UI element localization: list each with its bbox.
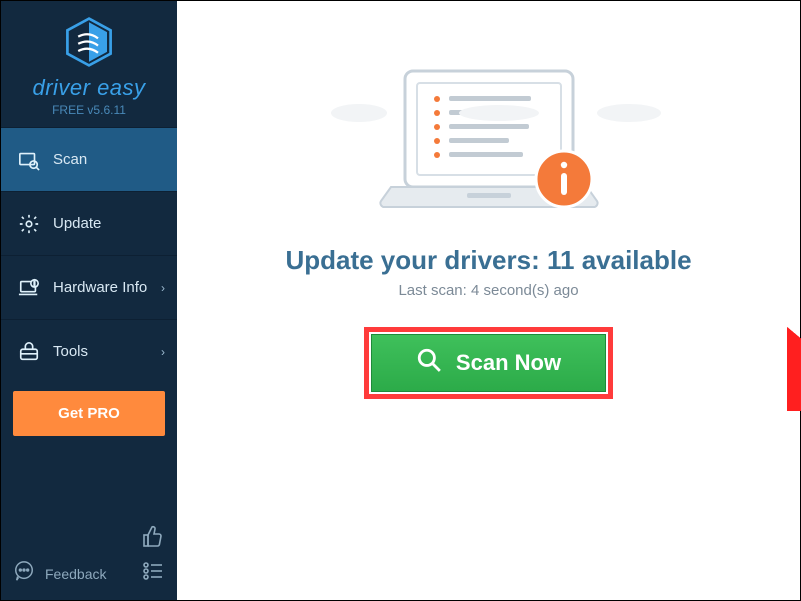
scan-icon	[17, 149, 41, 171]
get-pro-label: Get PRO	[58, 405, 120, 422]
annotation-arrow-icon	[787, 301, 801, 411]
sidebar-item-scan[interactable]: Scan	[1, 127, 177, 191]
headline-suffix: available	[574, 245, 691, 275]
brand-name: driver easy	[1, 75, 177, 101]
brand-logo-icon	[62, 15, 116, 69]
svg-text:i: i	[34, 281, 35, 288]
sidebar: driver easy FREE v5.6.11 Scan Update i	[1, 1, 177, 600]
chevron-right-icon: ›	[161, 281, 165, 295]
sidebar-item-label: Tools	[53, 343, 88, 360]
laptop-info-icon: i	[17, 277, 41, 299]
main-content: Update your drivers: 11 available Last s…	[177, 1, 800, 600]
last-scan-text: Last scan: 4 second(s) ago	[398, 282, 578, 299]
scan-button-label: Scan Now	[456, 350, 561, 376]
sidebar-item-label: Hardware Info	[53, 279, 147, 296]
headline: Update your drivers: 11 available	[285, 245, 691, 276]
headline-prefix: Update your drivers:	[285, 245, 547, 275]
scan-button-highlight: Scan Now	[364, 327, 613, 399]
sidebar-item-hardware-info[interactable]: i Hardware Info ›	[1, 255, 177, 319]
laptop-illustration-icon	[339, 61, 639, 221]
scan-now-button[interactable]: Scan Now	[371, 334, 606, 392]
brand: driver easy FREE v5.6.11	[1, 1, 177, 127]
chevron-right-icon: ›	[161, 345, 165, 359]
available-count: 11	[547, 245, 575, 275]
sidebar-item-update[interactable]: Update	[1, 191, 177, 255]
feedback-label[interactable]: Feedback	[45, 566, 106, 582]
thumbs-up-icon[interactable]	[141, 524, 165, 553]
sidebar-footer: Feedback	[1, 516, 177, 600]
list-checkbox-icon[interactable]	[141, 559, 165, 588]
magnifier-icon	[416, 347, 442, 379]
sidebar-item-label: Update	[53, 215, 101, 232]
sidebar-item-label: Scan	[53, 151, 87, 168]
brand-version: FREE v5.6.11	[1, 103, 177, 117]
chat-icon[interactable]	[13, 560, 35, 587]
get-pro-button[interactable]: Get PRO	[13, 391, 165, 436]
gear-icon	[17, 213, 41, 235]
toolbox-icon	[17, 341, 41, 363]
sidebar-item-tools[interactable]: Tools ›	[1, 319, 177, 383]
